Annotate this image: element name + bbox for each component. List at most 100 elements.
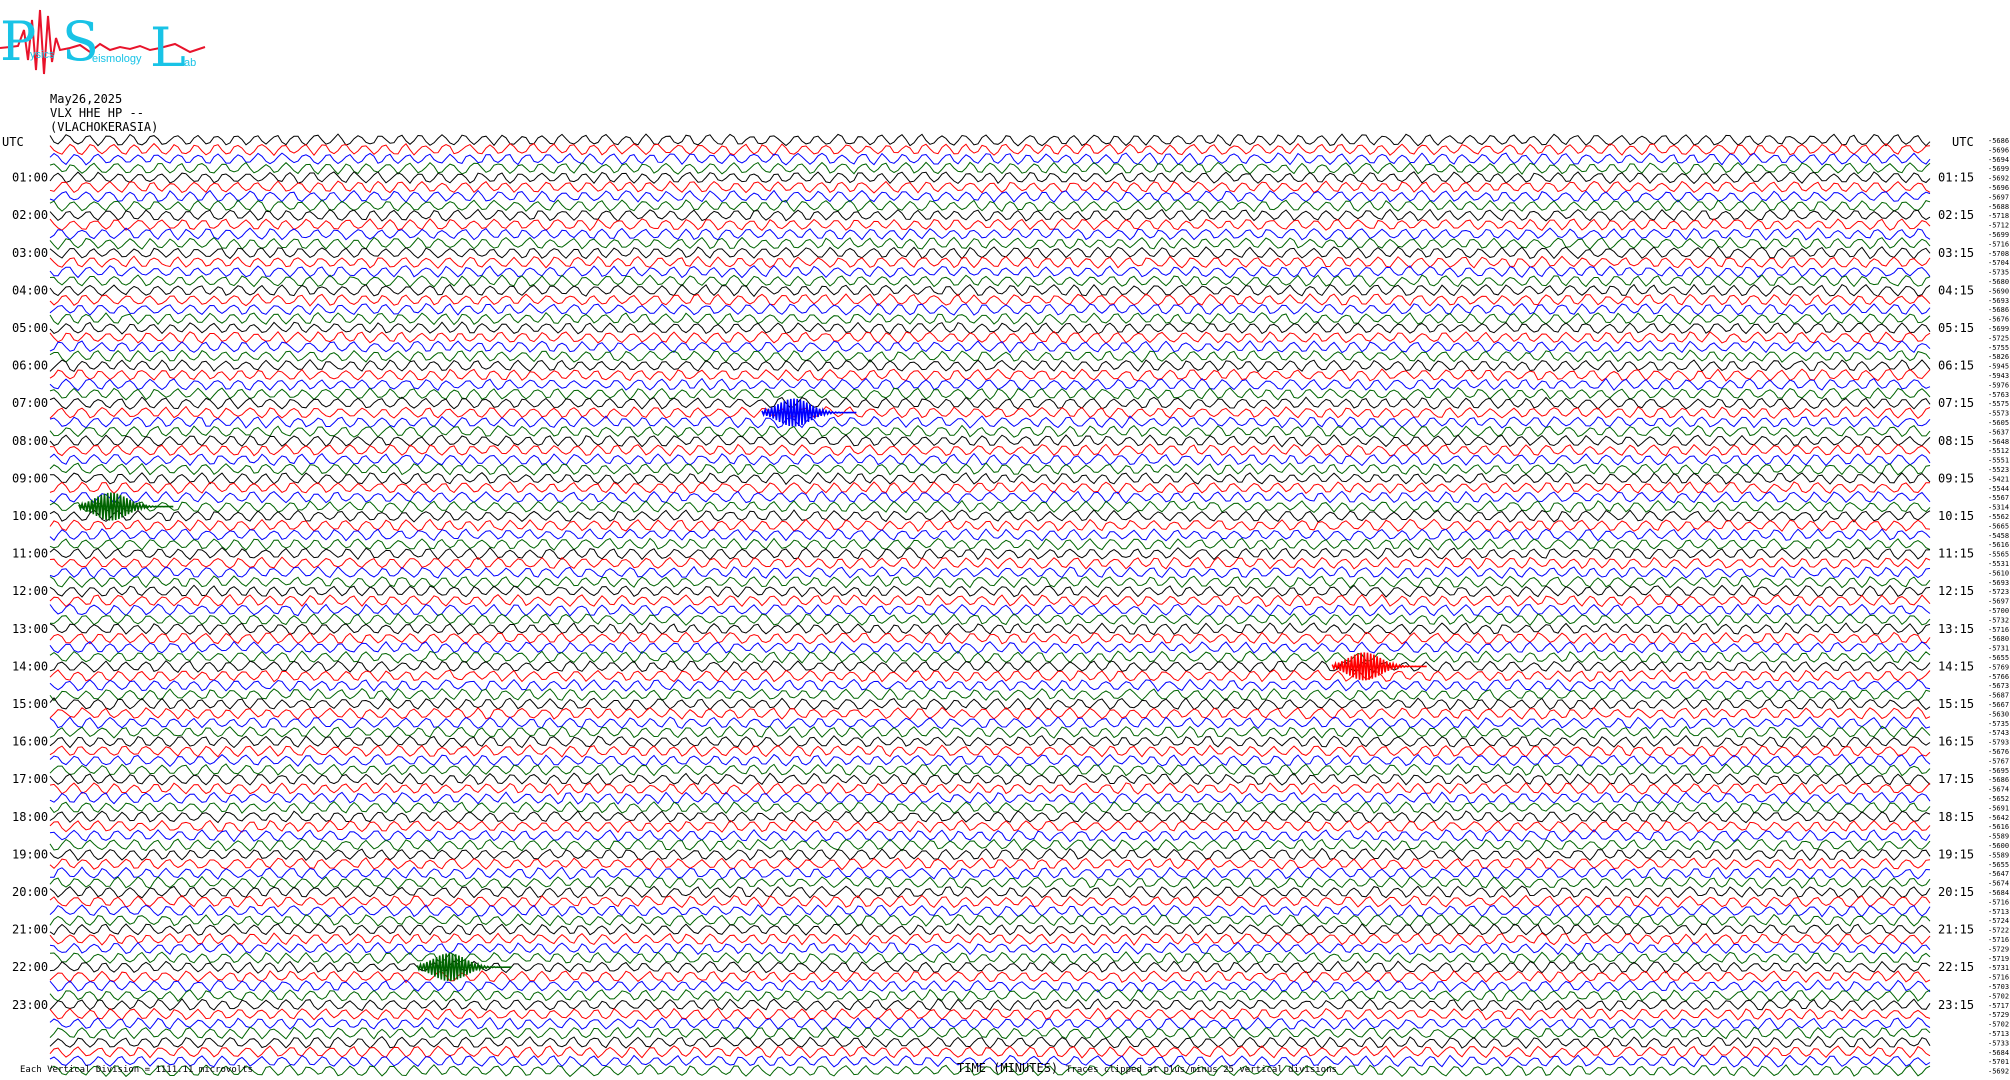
trace-line-65 [49,744,1931,758]
trace-offset-label: -5699 [1988,325,2009,333]
trace-offset-label: -5697 [1988,598,2009,606]
trace-line-72 [49,810,1931,824]
trace-line-91 [49,988,1931,1002]
trace-offset-label: -5735 [1988,720,2009,728]
left-hour-label: 21:00 [12,923,48,937]
trace-offset-label: -5667 [1988,701,2009,709]
left-hour-label: 13:00 [12,622,48,636]
trace-offset-label: -5731 [1988,645,2009,653]
trace-offset-label: -5512 [1988,447,2009,455]
trace-offset-label: -5725 [1988,334,2009,342]
trace-offset-label: -5674 [1988,880,2009,888]
trace-line-48 [49,584,1931,598]
left-hour-label: 20:00 [12,885,48,899]
right-hour-label: 13:15 [1938,622,1974,636]
left-hour-label: 23:00 [12,998,48,1012]
trace-offset-label: -5686 [1988,137,2009,145]
trace-offset-label: -5637 [1988,428,2009,436]
trace-line-0 [49,133,1931,147]
trace-offset-label: -5673 [1988,682,2009,690]
left-hour-label: 06:00 [12,359,48,373]
trace-line-40 [49,509,1931,523]
trace-line-82 [49,904,1931,918]
trace-offset-label: -5696 [1988,146,2009,154]
right-hour-label: 17:15 [1938,772,1974,786]
trace-line-35 [49,462,1931,476]
trace-line-54 [49,640,1931,655]
trace-line-55 [49,650,1931,664]
trace-line-39 [49,499,1931,514]
trace-offset-label: -5688 [1988,203,2009,211]
right-axis-unit: UTC [1952,135,1974,149]
trace-offset-label: -5655 [1988,861,2009,869]
trace-line-41 [49,518,1931,532]
trace-offset-label: -5692 [1988,175,2009,183]
trace-offset-label: -5701 [1988,1058,2009,1066]
trace-offset-label: -5575 [1988,400,2009,408]
left-hour-label: 07:00 [12,396,48,410]
trace-line-32 [49,434,1931,448]
trace-line-64 [49,734,1931,749]
right-hour-label: 02:15 [1938,208,1974,222]
trace-offset-label: -5729 [1988,1011,2009,1019]
trace-offset-label: -5723 [1988,588,2009,596]
trace-offset-label: -5716 [1988,898,2009,906]
trace-line-63 [49,725,1931,739]
trace-line-20 [49,321,1931,335]
right-hour-labels: 01:15 02:15 03:15 04:15 05:15 06:15 07:15 08:15… [1938,171,1974,1012]
right-hour-label: 04:15 [1938,283,1974,297]
trace-line-94 [49,1016,1931,1031]
trace-offset-label: -5735 [1988,269,2009,277]
trace-offset-label: -5699 [1988,165,2009,173]
right-hour-label: 05:15 [1938,321,1974,335]
trace-offset-label: -5697 [1988,193,2009,201]
left-hour-label: 10:00 [12,509,48,523]
right-hour-label: 20:15 [1938,885,1974,899]
trace-offset-label: -5700 [1988,607,2009,615]
left-hour-label: 19:00 [12,847,48,861]
trace-line-74 [49,829,1931,843]
trace-offset-label: -5945 [1988,363,2009,371]
left-hour-label: 08:00 [12,434,48,448]
right-hour-label: 09:15 [1938,471,1974,485]
trace-line-14 [49,265,1931,279]
trace-offset-label: -5573 [1988,410,2009,418]
left-hour-label: 12:00 [12,584,48,598]
right-hour-label: 21:15 [1938,923,1974,937]
trace-offset-label: -5716 [1988,936,2009,944]
trace-offset-label: -5769 [1988,663,2009,671]
trace-line-69 [49,782,1931,796]
trace-line-73 [49,819,1931,834]
trace-offset-label: -5655 [1988,654,2009,662]
trace-line-81 [49,894,1931,909]
trace-group [49,133,1931,1078]
trace-line-87 [49,951,1931,965]
trace-offset-label: -5690 [1988,287,2009,295]
trace-line-45 [49,556,1931,570]
left-hour-label: 05:00 [12,321,48,335]
trace-line-9 [49,218,1931,232]
trace-offset-label: -5763 [1988,391,2009,399]
trace-offset-label: -5600 [1988,842,2009,850]
left-hour-label: 14:00 [12,659,48,673]
left-hour-label: 02:00 [12,208,48,222]
trace-line-92 [49,998,1931,1012]
left-hour-label: 17:00 [12,772,48,786]
trace-line-7 [49,199,1931,213]
trace-offset-label: -5458 [1988,532,2009,540]
trace-line-13 [49,255,1931,269]
right-hour-label: 10:15 [1938,509,1974,523]
trace-offset-label: -5826 [1988,353,2009,361]
trace-offset-label: -5722 [1988,927,2009,935]
trace-line-56 [49,660,1931,673]
trace-line-77 [49,857,1931,871]
trace-offset-label: -5684 [1988,889,2009,897]
trace-line-80 [49,885,1931,899]
left-hour-label: 15:00 [12,697,48,711]
trace-line-25 [49,368,1931,382]
right-hour-label: 01:15 [1938,171,1974,185]
trace-line-31 [49,424,1931,438]
right-hour-label: 12:15 [1938,584,1974,598]
trace-offset-label: -5713 [1988,1030,2009,1038]
trace-line-36 [49,471,1931,486]
